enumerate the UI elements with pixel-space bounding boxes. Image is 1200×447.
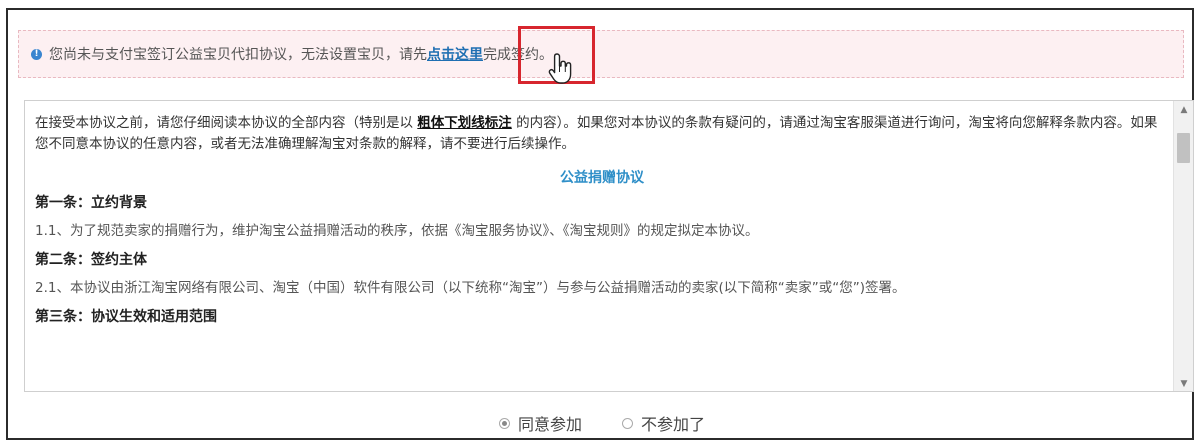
notice-text-before: 您尚未与支付宝签订公益宝贝代扣协议，无法设置宝贝，请先 [49,47,427,63]
agreement-content: 在接受本协议之前，请您仔细阅读本协议的全部内容（特别是以 粗体下划线标注 的内容… [25,101,1175,391]
section-clause: 1.1、为了规范卖家的捐赠行为，维护淘宝公益捐赠活动的秩序，依据《淘宝服务协议》… [35,223,759,239]
click-here-link[interactable]: 点击这里 [427,44,483,64]
agreement-title: 公益捐赠协议 [560,170,644,186]
page-frame: ! 您尚未与支付宝签订公益宝贝代扣协议，无法设置宝贝，请先 点击这里 完成签约。… [6,8,1194,440]
participation-options: 同意参加 不参加了 [8,408,1196,438]
section-clause: 2.1、本协议由浙江淘宝网络有限公司、淘宝（中国）软件有限公司（以下统称“淘宝”… [35,280,906,296]
decline-radio[interactable] [622,417,633,429]
decline-option[interactable]: 不参加了 [622,411,705,435]
agreement-scrollbar[interactable]: ▲ ▼ [1173,101,1193,391]
agreement-intro: 在接受本协议之前，请您仔细阅读本协议的全部内容（特别是以 粗体下划线标注 的内容… [35,113,1169,155]
agree-option[interactable]: 同意参加 [498,411,582,435]
section-heading: 第二条：签约主体 [35,252,147,268]
scroll-thumb[interactable] [1177,133,1190,163]
scroll-up-arrow-icon[interactable]: ▲ [1174,101,1193,119]
info-icon: ! [31,48,42,60]
scroll-down-arrow-icon[interactable]: ▼ [1174,375,1193,391]
signing-notice: ! 您尚未与支付宝签订公益宝贝代扣协议，无法设置宝贝，请先 点击这里 完成签约。 [18,30,1184,78]
hand-pointer-icon [548,53,572,84]
decline-label: 不参加了 [641,415,706,434]
agree-radio[interactable] [498,417,510,429]
agree-label: 同意参加 [517,415,582,434]
section-heading: 第三条：协议生效和适用范围 [35,309,217,325]
agreement-box[interactable]: 在接受本协议之前，请您仔细阅读本协议的全部内容（特别是以 粗体下划线标注 的内容… [24,100,1194,392]
intro-text-before: 在接受本协议之前，请您仔细阅读本协议的全部内容（特别是以 [35,115,418,131]
intro-bold-text: 粗体下划线标注 [417,115,512,131]
section-heading: 第一条：立约背景 [35,195,147,211]
